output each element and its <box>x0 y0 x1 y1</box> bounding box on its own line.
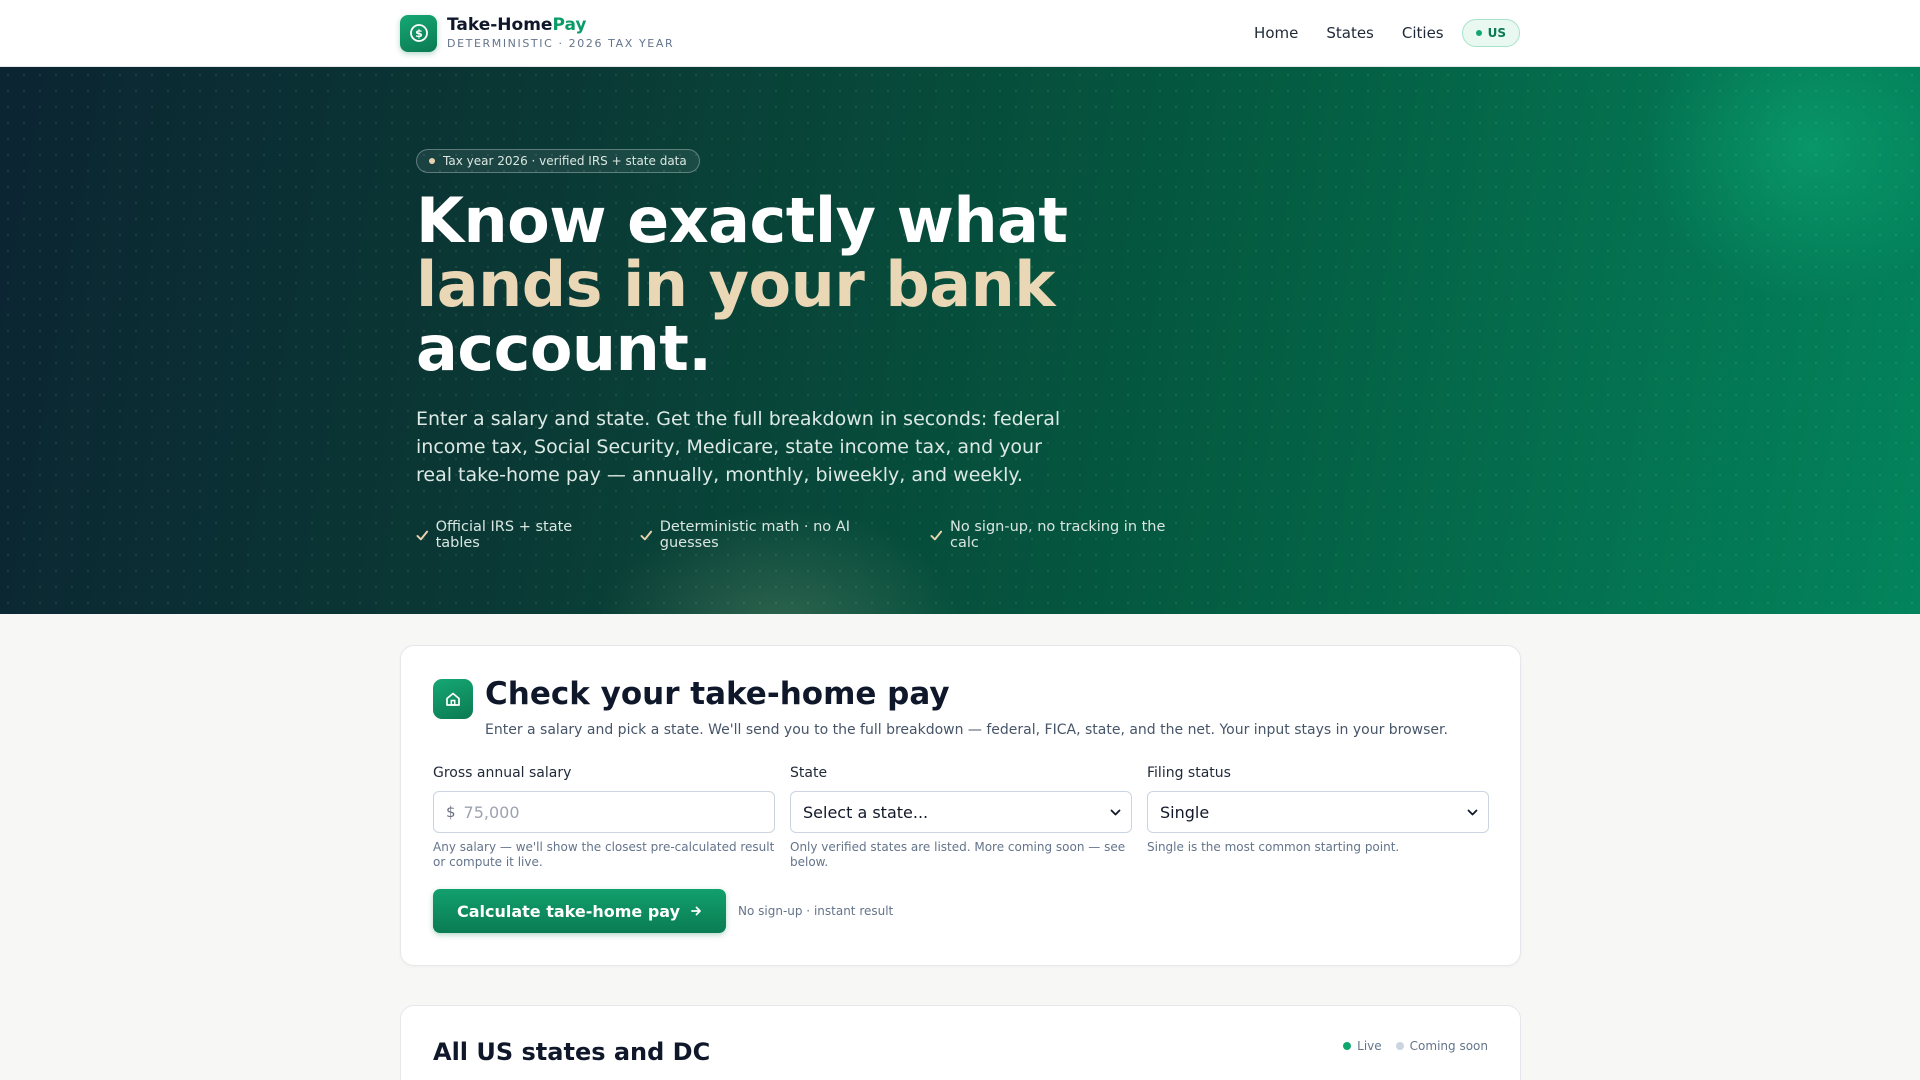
hero-title: Know exactly what lands in your bank acc… <box>416 189 1216 381</box>
svg-text:$: $ <box>415 27 423 40</box>
country-status-dot <box>1475 30 1482 36</box>
hero-title-line-3: account. <box>416 312 712 385</box>
hero-features: Official IRS + state tables Deterministi… <box>416 519 1216 551</box>
feature-item: Deterministic math · no AI guesses <box>640 519 905 551</box>
brand-name: Take-HomePay <box>447 14 674 36</box>
state-select[interactable]: Select a state... <box>790 791 1132 833</box>
state-label: State <box>790 765 828 781</box>
nav-link-states[interactable]: States <box>1326 19 1374 47</box>
country-label: US <box>1487 26 1506 40</box>
hero-title-line-1: Know exactly what <box>416 184 1068 257</box>
legend-coming-soon: Coming soon <box>1395 1039 1488 1053</box>
hero-section: Tax year 2026 · verified IRS + state dat… <box>0 67 1920 614</box>
brand[interactable]: $ Take-HomePay DETERMINISTIC · 2026 TAX … <box>400 14 674 52</box>
dollar-icon: $ <box>400 14 437 52</box>
salary-label: Gross annual salary <box>433 765 572 781</box>
states-card: All US states and DC Live Coming soon <box>400 1005 1521 1080</box>
badge-dot <box>429 158 435 164</box>
main-nav: Home States Cities US <box>1254 19 1520 47</box>
state-field-group: State Select a state... Only verified st… <box>790 762 1132 870</box>
tax-year-badge: Tax year 2026 · verified IRS + state dat… <box>416 149 700 173</box>
check-icon <box>640 530 653 540</box>
button-note: No sign-up · instant result <box>738 904 894 918</box>
salary-input-box[interactable]: $ <box>433 791 775 833</box>
filing-hint: Single is the most common starting point… <box>1147 840 1400 854</box>
brand-name-main: Take-Home <box>447 15 553 35</box>
state-hint: Only verified states are listed. More co… <box>790 840 1126 869</box>
chevron-down-icon <box>1110 809 1121 816</box>
calculator-title: Check your take-home pay <box>485 676 950 712</box>
home-icon <box>433 679 473 719</box>
nav-link-cities[interactable]: Cities <box>1402 19 1444 47</box>
filing-label: Filing status <box>1147 765 1231 781</box>
salary-hint: Any salary — we'll show the closest pre-… <box>433 840 775 869</box>
feature-text: Deterministic math · no AI guesses <box>659 519 850 551</box>
salary-input[interactable] <box>463 802 744 822</box>
country-selector[interactable]: US <box>1461 19 1520 47</box>
arrow-right-icon <box>691 906 701 916</box>
calculate-button-label: Calculate take-home pay <box>456 901 681 921</box>
legend-live: Live <box>1343 1039 1382 1053</box>
top-navigation-bar: $ Take-HomePay DETERMINISTIC · 2026 TAX … <box>0 0 1920 67</box>
live-dot <box>1343 1042 1352 1050</box>
check-icon <box>416 530 429 540</box>
calculator-card: Check your take-home pay Enter a salary … <box>400 645 1521 966</box>
calculate-button[interactable]: Calculate take-home pay <box>433 889 726 933</box>
check-icon <box>930 530 943 540</box>
states-legend: Live Coming soon <box>1329 1039 1488 1053</box>
filing-status-select[interactable]: Single <box>1147 791 1489 833</box>
calculator-subtitle: Enter a salary and pick a state. We'll s… <box>485 722 1448 738</box>
badge-text: Tax year 2026 · verified IRS + state dat… <box>443 154 687 168</box>
legend-soon-label: Coming soon <box>1409 1039 1488 1053</box>
feature-item: Official IRS + state tables <box>416 519 615 551</box>
hero-content: Tax year 2026 · verified IRS + state dat… <box>416 149 1216 551</box>
nav-link-home[interactable]: Home <box>1254 19 1298 47</box>
brand-name-accent: Pay <box>552 15 587 35</box>
feature-text: Official IRS + state tables <box>435 519 573 551</box>
states-title: All US states and DC <box>433 1038 711 1066</box>
feature-item: No sign-up, no tracking in the calc <box>930 519 1191 551</box>
salary-field-group: Gross annual salary $ Any salary — we'll… <box>433 762 775 870</box>
coming-soon-dot <box>1395 1042 1404 1050</box>
hero-title-line-2: lands in your bank <box>416 248 1055 321</box>
feature-text: No sign-up, no tracking in the calc <box>950 519 1166 551</box>
legend-live-label: Live <box>1357 1039 1382 1053</box>
chevron-down-icon <box>1467 809 1478 816</box>
brand-text: Take-HomePay DETERMINISTIC · 2026 TAX YE… <box>447 14 674 52</box>
currency-prefix: $ <box>446 803 456 821</box>
brand-subtitle: DETERMINISTIC · 2026 TAX YEAR <box>447 37 675 50</box>
filing-field-group: Filing status Single Single is the most … <box>1147 762 1489 855</box>
state-select-value: Select a state... <box>803 802 929 822</box>
hero-description: Enter a salary and state. Get the full b… <box>416 408 1061 486</box>
filing-status-value: Single <box>1160 802 1210 822</box>
